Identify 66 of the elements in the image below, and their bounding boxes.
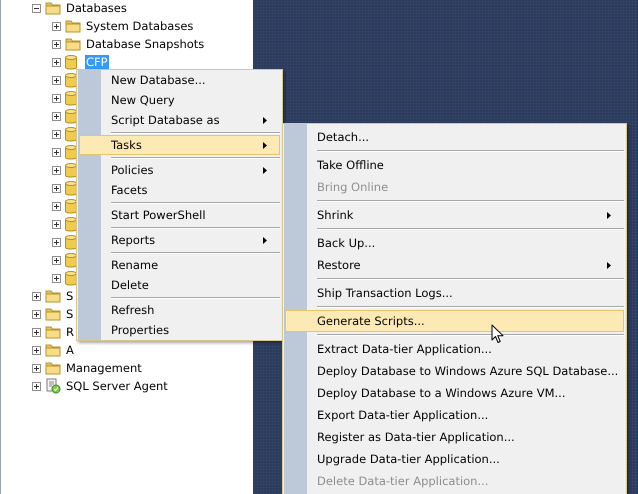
menu-item[interactable]: Restore (285, 254, 624, 276)
menu-item[interactable]: Detach... (285, 126, 624, 148)
expand-icon[interactable] (52, 184, 61, 192)
menu-item[interactable]: Script Database as (79, 110, 280, 130)
menu-item[interactable]: Refresh (79, 300, 280, 320)
folder-icon (45, 288, 61, 304)
menu-item[interactable]: Register as Data-tier Application... (285, 426, 624, 448)
tree-item[interactable]: Databases (65, 1, 128, 15)
folder-icon (65, 36, 81, 52)
expand-icon[interactable] (32, 328, 41, 336)
menu-item[interactable]: Reports (79, 230, 280, 250)
menu-item[interactable]: Deploy Database to Windows Azure SQL Database... (285, 360, 624, 382)
folder-icon (45, 324, 61, 340)
tree-item[interactable]: S (65, 307, 74, 321)
folder-icon (45, 0, 61, 16)
menu-item[interactable]: Properties (79, 320, 280, 340)
expand-icon[interactable] (52, 148, 61, 156)
folder-icon (65, 18, 81, 34)
tree-item[interactable]: SQL Server Agent (65, 379, 169, 393)
expand-icon[interactable] (52, 130, 61, 138)
expand-icon[interactable] (52, 112, 61, 120)
menu-item[interactable]: New Database... (79, 70, 280, 90)
expand-icon[interactable] (32, 292, 41, 300)
tree-item[interactable]: Database Snapshots (85, 37, 206, 51)
menu-item[interactable]: Rename (79, 255, 280, 275)
collapse-icon[interactable] (32, 4, 41, 12)
menu-item[interactable]: Back Up... (285, 232, 624, 254)
expand-icon[interactable] (52, 220, 61, 228)
expand-icon[interactable] (52, 238, 61, 246)
expand-icon[interactable] (52, 202, 61, 210)
tree-item[interactable]: Management (65, 361, 143, 375)
folder-icon (45, 342, 61, 358)
menu-item[interactable]: Delete (79, 275, 280, 295)
agent-icon (45, 378, 61, 394)
folder-icon (45, 360, 61, 376)
expand-icon[interactable] (32, 310, 41, 318)
tree-item[interactable]: A (65, 343, 75, 357)
menu-item[interactable]: Facets (79, 180, 280, 200)
tree-item[interactable]: R (65, 325, 75, 339)
menu-item[interactable]: Generate Scripts... (285, 310, 624, 332)
menu-item[interactable]: Take Offline (285, 154, 624, 176)
expand-icon[interactable] (52, 274, 61, 282)
expand-icon[interactable] (52, 94, 61, 102)
menu-item[interactable]: Ship Transaction Logs... (285, 282, 624, 304)
expand-icon[interactable] (52, 40, 61, 48)
folder-icon (45, 306, 61, 322)
expand-icon[interactable] (52, 166, 61, 174)
expand-icon[interactable] (32, 364, 41, 372)
menu-item[interactable]: Start PowerShell (79, 205, 280, 225)
expand-icon[interactable] (52, 22, 61, 30)
tree-item[interactable]: S (65, 289, 74, 303)
menu-item[interactable]: Upgrade Data-tier Application... (285, 448, 624, 470)
menu-item[interactable]: New Query (79, 90, 280, 110)
database-icon (65, 54, 77, 70)
menu-item[interactable]: Export Data-tier Application... (285, 404, 624, 426)
menu-item[interactable]: Deploy Database to a Windows Azure VM... (285, 382, 624, 404)
expand-icon[interactable] (52, 76, 61, 84)
tree-item[interactable]: System Databases (85, 19, 194, 33)
expand-icon[interactable] (52, 58, 61, 66)
expand-icon[interactable] (32, 382, 41, 390)
expand-icon[interactable] (52, 256, 61, 264)
menu-item[interactable]: Shrink (285, 204, 624, 226)
menu-item[interactable]: Policies (79, 160, 280, 180)
menu-item[interactable]: Extract Data-tier Application... (285, 338, 624, 360)
expand-icon[interactable] (32, 346, 41, 354)
menu-item[interactable]: Tasks (79, 135, 280, 155)
